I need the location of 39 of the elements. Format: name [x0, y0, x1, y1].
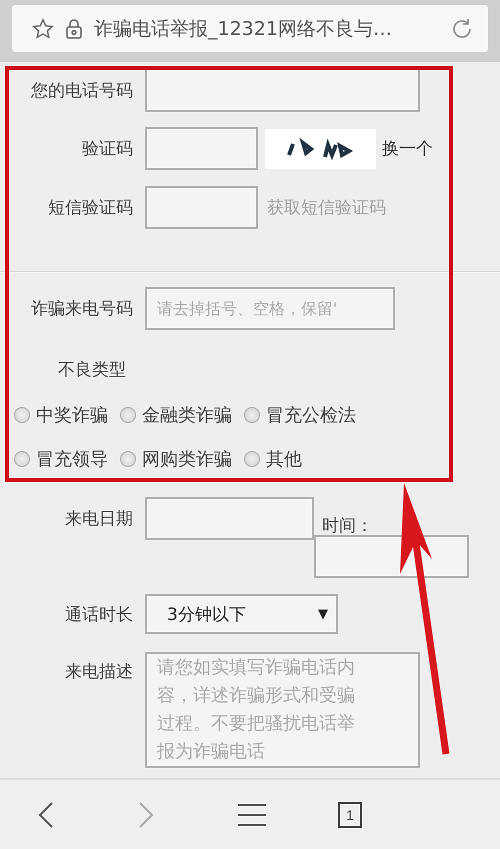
field-label: 验证码 [81, 138, 133, 160]
field-label: 您的电话号码 [30, 80, 133, 102]
field-label: 来电日期 [64, 508, 133, 530]
input-field[interactable]: 请去掉括号、空格，保留' [145, 287, 395, 330]
chevron-right-icon [138, 800, 154, 828]
radio-label: 中奖诈骗 [36, 404, 108, 427]
field-label: 诈骗来电号码 [30, 298, 133, 320]
radio-label: 金融类诈骗 [142, 404, 232, 427]
caret-icon: ▼ [318, 606, 328, 622]
duration-select[interactable]: 3分钟以下 ▼ [145, 594, 338, 634]
radio-label: 冒充领导 [36, 448, 108, 471]
radio-label: 网购类诈骗 [142, 448, 232, 471]
radio-button[interactable] [14, 407, 30, 423]
menu-icon [238, 802, 266, 826]
radio-button[interactable] [120, 407, 136, 423]
radio-button[interactable] [14, 451, 30, 467]
radio-button[interactable] [120, 451, 136, 467]
star-icon[interactable] [32, 18, 54, 40]
field-label: 通话时长 [64, 604, 133, 626]
field-label: 不良类型 [58, 359, 127, 381]
radio-label: 其他 [266, 448, 302, 471]
input-field[interactable] [145, 127, 258, 170]
input-field[interactable] [145, 68, 420, 112]
page-title: 诈骗电话举报_12321网络不良与… [94, 16, 393, 42]
tabs-button[interactable]: 1 [338, 790, 438, 840]
reload-icon[interactable] [450, 16, 474, 40]
lock-icon [64, 18, 84, 40]
radio-label: 冒充公检法 [266, 404, 356, 427]
radio-button[interactable] [244, 407, 260, 423]
radio-button[interactable] [244, 451, 260, 467]
field-label: 时间： [322, 515, 374, 537]
input-field[interactable] [145, 186, 258, 229]
field-label: 来电描述 [64, 661, 133, 683]
chevron-left-icon [38, 800, 54, 828]
captcha-icon [265, 128, 376, 168]
refresh-link[interactable]: 换一个 [382, 137, 433, 160]
field-label: 短信验证码 [47, 197, 133, 219]
description-field[interactable]: 请您如实填写诈骗电话内容，详述诈骗形式和受骗过程。不要把骚扰电话举报为诈骗电话 [145, 652, 420, 768]
input-field[interactable] [145, 497, 314, 540]
